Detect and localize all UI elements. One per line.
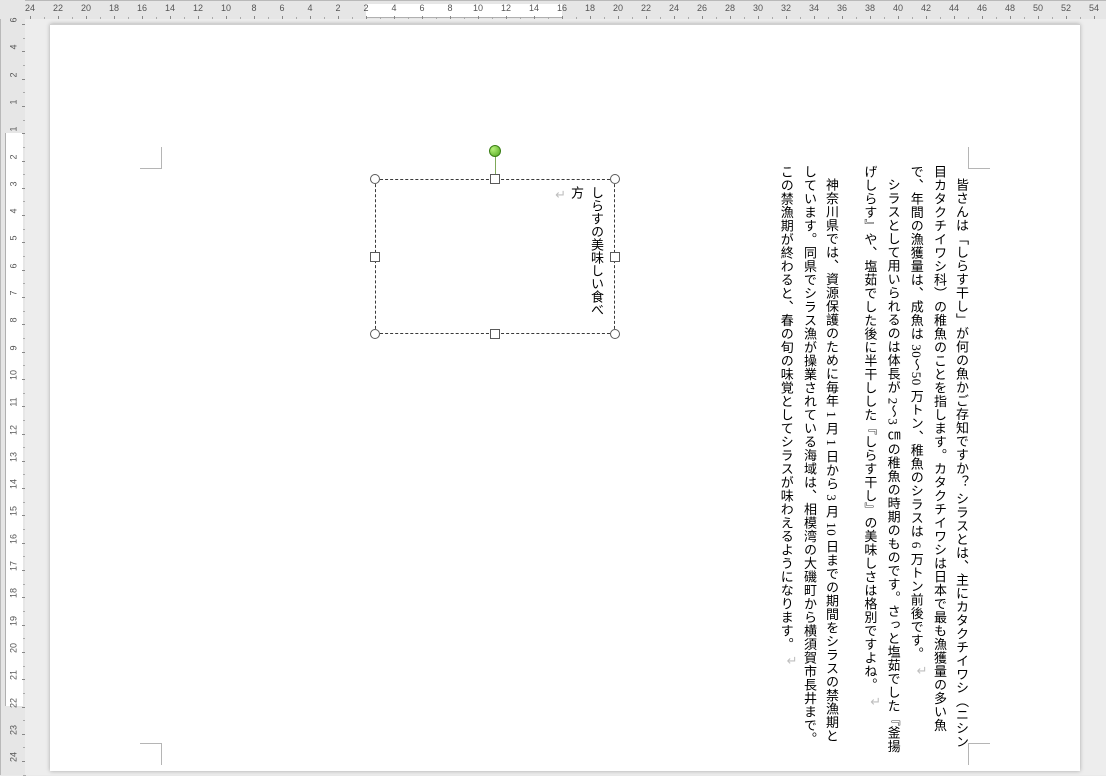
h-ruler-tick: 36 [835,1,849,20]
h-ruler-tick: 12 [499,1,513,20]
paragraph-mark-icon: ↵ [555,185,566,205]
paragraph-2[interactable]: シラスとして用いられるのは体長が 2～3 ㎝の稚魚の時期のものです。さっと塩茹で… [862,165,900,753]
h-ruler-tick: 16 [135,1,149,20]
h-ruler-tick: 26 [695,1,709,20]
resize-handle-bottom[interactable] [490,329,500,339]
margin-corner-bottom-left [140,743,162,765]
h-ruler-tick: 52 [1059,1,1073,20]
v-ruler-tick: 22 [1,700,26,714]
h-ruler-tick: 8 [443,1,457,20]
v-ruler-tick: 1 [1,99,26,113]
h-ruler-tick: 24 [667,1,681,20]
h-ruler-tick: 22 [639,1,653,20]
v-ruler-tick: 2 [1,154,26,168]
h-ruler-tick: 4 [387,1,401,20]
h-ruler-tick: 2 [359,1,373,20]
h-ruler-tick: 14 [163,1,177,20]
vertical-ruler[interactable]: 6421123456789101112131415161718192021222… [0,19,27,775]
resize-handle-top[interactable] [490,174,500,184]
h-ruler-tick: 46 [975,1,989,20]
h-ruler-tick: 2 [331,1,345,20]
body-text-block-1[interactable]: 皆さんは「しらす干し」が何の魚かご存知ですか？ シラスとは、主にカタクチイワシ（… [857,165,972,753]
h-ruler-tick: 6 [415,1,429,20]
margin-corner-top-left [140,147,162,169]
paragraph-mark-icon: ↵ [774,650,798,672]
resize-handle-bottom-left[interactable] [370,329,380,339]
v-ruler-tick: 24 [1,754,26,768]
resize-handle-top-left[interactable] [370,174,380,184]
h-ruler-tick: 48 [1003,1,1017,20]
h-ruler-tick: 50 [1031,1,1045,20]
h-ruler-tick: 42 [919,1,933,20]
h-ruler-tick: 14 [527,1,541,20]
h-ruler-tick: 6 [275,1,289,20]
v-ruler-tick: 16 [1,536,26,550]
text-frame-selected[interactable]: しらすの美味しい食べ 方↵ [375,179,615,334]
text-frame[interactable]: しらすの美味しい食べ 方↵ [375,179,615,334]
v-ruler-tick: 15 [1,508,26,522]
h-ruler-tick: 54 [1087,1,1101,20]
frame-line-1[interactable]: しらすの美味しい食べ [586,186,606,327]
v-ruler-tick: 17 [1,563,26,577]
v-ruler-tick: 4 [1,208,26,222]
horizontal-ruler[interactable]: 2422201816141210864224681012141618202224… [25,0,1106,21]
v-ruler-tick: 8 [1,317,26,331]
h-ruler-tick: 4 [303,1,317,20]
h-ruler-tick: 20 [79,1,93,20]
v-ruler-tick: 20 [1,645,26,659]
h-ruler-tick: 18 [107,1,121,20]
h-ruler-tick: 30 [751,1,765,20]
h-ruler-tick: 8 [247,1,261,20]
v-ruler-tick: 6 [1,17,26,31]
document-viewport[interactable]: 皆さんは「しらす干し」が何の魚かご存知ですか？ シラスとは、主にカタクチイワシ（… [25,19,1106,775]
h-ruler-tick: 20 [611,1,625,20]
v-ruler-tick: 21 [1,672,26,686]
resize-handle-right[interactable] [610,252,620,262]
v-ruler-tick: 12 [1,427,26,441]
h-ruler-tick: 38 [863,1,877,20]
body-text-block-2[interactable]: 神奈川県では、資源保護のために毎年 1 月 1 日から 3 月 10 日までの期… [774,165,842,753]
h-ruler-tick: 44 [947,1,961,20]
v-ruler-tick: 2 [1,72,26,86]
h-ruler-tick: 40 [891,1,905,20]
h-ruler-tick: 28 [723,1,737,20]
v-ruler-tick: 13 [1,454,26,468]
resize-handle-left[interactable] [370,252,380,262]
v-ruler-tick: 5 [1,235,26,249]
v-ruler-tick: 18 [1,590,26,604]
resize-handle-top-right[interactable] [610,174,620,184]
h-ruler-tick: 32 [779,1,793,20]
h-ruler-tick: 16 [555,1,569,20]
frame-line-2[interactable]: 方 [566,186,586,327]
rotation-handle[interactable] [489,145,501,157]
h-ruler-tick: 34 [807,1,821,20]
h-ruler-tick: 10 [219,1,233,20]
v-ruler-tick: 9 [1,345,26,359]
resize-handle-bottom-right[interactable] [610,329,620,339]
v-ruler-tick: 4 [1,44,26,58]
v-ruler-tick: 19 [1,618,26,632]
h-ruler-tick: 22 [51,1,65,20]
v-ruler-tick: 23 [1,727,26,741]
v-ruler-tick: 3 [1,181,26,195]
v-ruler-tick: 14 [1,481,26,495]
v-ruler-tick: 7 [1,290,26,304]
page[interactable]: 皆さんは「しらす干し」が何の魚かご存知ですか？ シラスとは、主にカタクチイワシ（… [50,24,1080,771]
v-ruler-tick: 6 [1,263,26,277]
v-ruler-tick: 10 [1,372,26,386]
h-ruler-tick: 12 [191,1,205,20]
v-ruler-tick: 1 [1,126,26,140]
h-ruler-tick: 18 [583,1,597,20]
h-ruler-tick: 10 [471,1,485,20]
paragraph-mark-icon: ↵ [904,660,928,682]
text-frame-content[interactable]: しらすの美味しい食べ 方↵ [555,186,606,327]
v-ruler-tick: 11 [1,399,26,413]
paragraph-mark-icon: ↵ [857,691,881,713]
